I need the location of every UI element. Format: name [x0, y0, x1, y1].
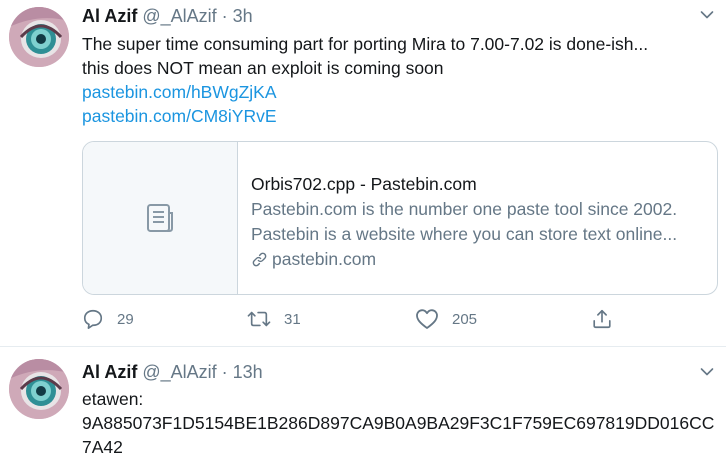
timestamp[interactable]: 3h: [233, 6, 253, 27]
retweet-count: 31: [284, 310, 301, 328]
chevron-down-icon[interactable]: [700, 10, 714, 20]
separator: ·: [221, 6, 228, 26]
tweet-text-line: etawen:: [82, 389, 144, 409]
card-description: Pastebin.com is the number one paste too…: [251, 199, 678, 219]
user-name[interactable]: Al Azif: [82, 362, 137, 383]
tweet-text: The super time consuming part for portin…: [82, 32, 722, 128]
user-handle[interactable]: @_AlAzif: [142, 6, 216, 27]
tweet-link[interactable]: pastebin.com/CM8iYRvE: [82, 104, 722, 128]
tweet-text-line: 7A42: [82, 437, 123, 457]
user-name[interactable]: Al Azif: [82, 6, 137, 27]
tweet-text-line: 9A885073F1D5154BE1B286D897CA9B0A9BA29F3C…: [82, 413, 715, 433]
tweet-header: Al Azif @_AlAzif · 13h: [82, 362, 263, 384]
card-body: Orbis702.cpp - Pastebin.com Pastebin.com…: [238, 142, 677, 294]
document-icon: [147, 204, 173, 232]
tweet-text-line: this does NOT mean an exploit is coming …: [82, 58, 444, 78]
tweet[interactable]: Al Azif @_AlAzif · 13h etawen: 9A885073F…: [0, 347, 726, 462]
share-icon: [593, 309, 611, 329]
avatar[interactable]: [9, 7, 69, 67]
chevron-down-icon[interactable]: [700, 367, 714, 377]
reply-icon: [83, 309, 103, 329]
tweet-header: Al Azif @_AlAzif · 3h: [82, 6, 253, 28]
card-domain: pastebin.com: [251, 247, 677, 272]
separator: ·: [221, 362, 228, 382]
heart-icon: [416, 309, 438, 329]
tweet-text: etawen: 9A885073F1D5154BE1B286D897CA9B0A…: [82, 387, 722, 459]
timestamp[interactable]: 13h: [233, 362, 263, 383]
card-title: Orbis702.cpp - Pastebin.com: [251, 174, 477, 194]
user-handle[interactable]: @_AlAzif: [142, 362, 216, 383]
card-domain-text: pastebin.com: [272, 249, 377, 269]
reply-count: 29: [117, 310, 134, 328]
link-preview-card[interactable]: Orbis702.cpp - Pastebin.com Pastebin.com…: [82, 141, 718, 295]
card-thumbnail: [83, 142, 238, 294]
tweet[interactable]: Al Azif @_AlAzif · 3h The super time con…: [0, 0, 726, 347]
tweet-text-line: The super time consuming part for portin…: [82, 34, 649, 54]
reply-button[interactable]: 29: [82, 308, 134, 330]
like-count: 205: [452, 310, 478, 328]
tweet-actions: 29 31 205: [82, 308, 702, 336]
link-icon: [252, 252, 267, 267]
tweet-link[interactable]: pastebin.com/hBWgZjKA: [82, 80, 722, 104]
card-description: Pastebin is a website where you can stor…: [251, 224, 678, 244]
like-button[interactable]: 205: [415, 308, 477, 330]
avatar[interactable]: [9, 359, 69, 419]
retweet-button[interactable]: 31: [247, 308, 301, 330]
retweet-icon: [247, 311, 271, 327]
share-button[interactable]: [591, 308, 613, 330]
